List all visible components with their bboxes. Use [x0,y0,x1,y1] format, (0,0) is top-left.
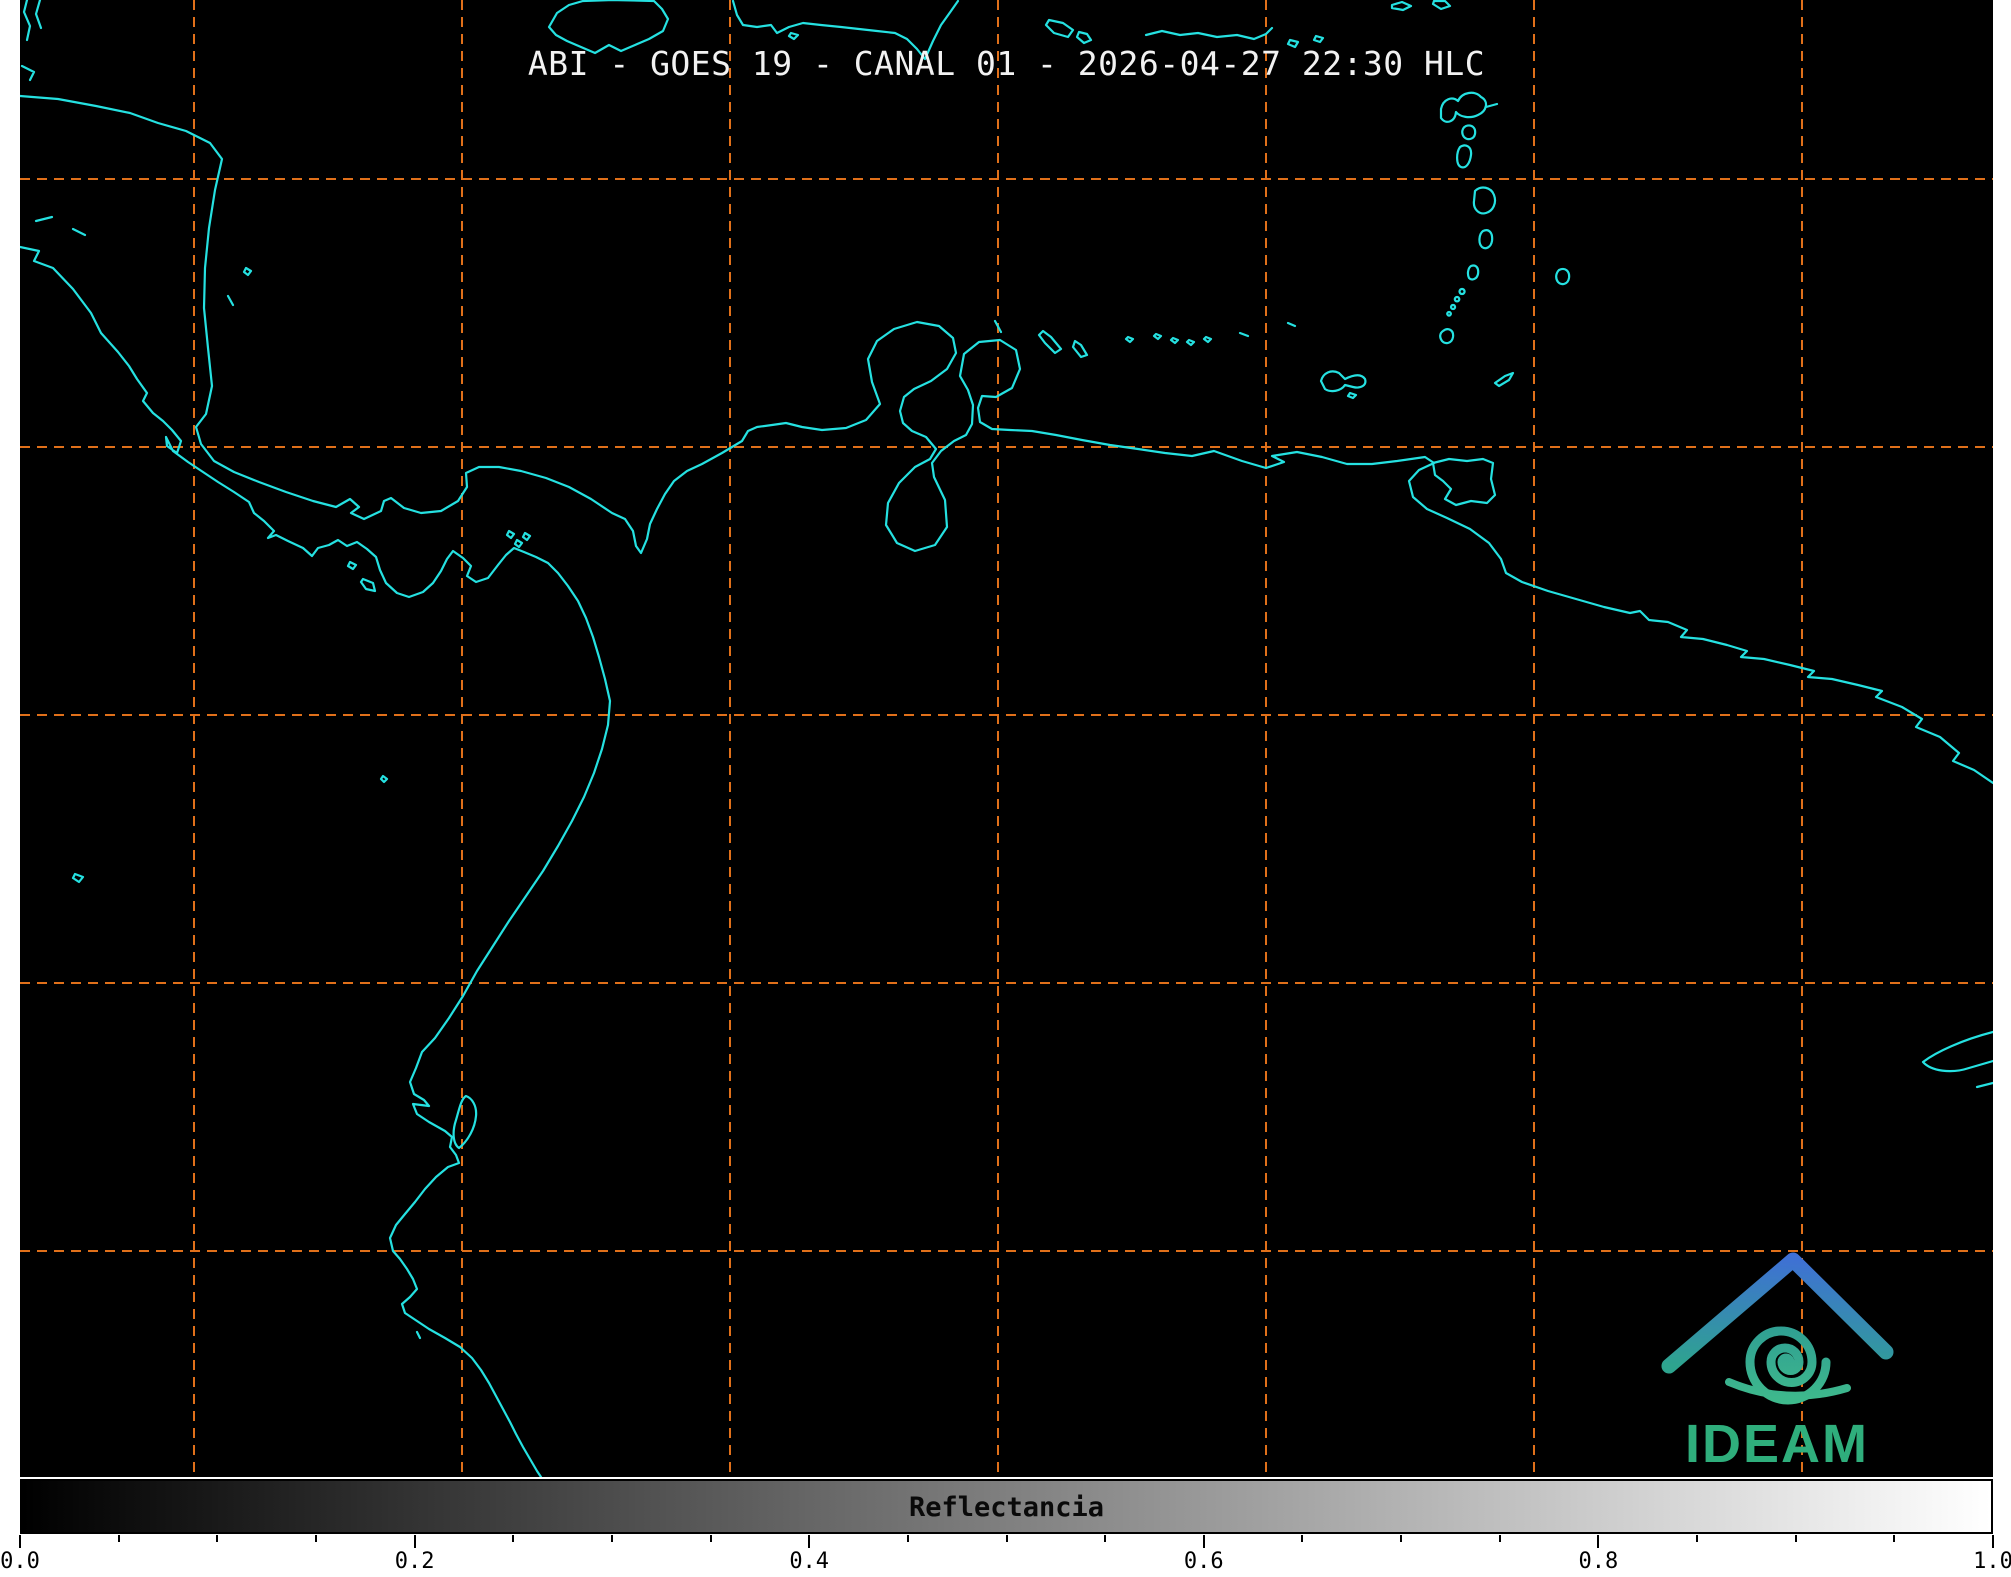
coastline-venezuela-islands [995,321,1365,398]
coastline-mainland-caribbean [20,96,1993,783]
colorbar-label: Reflectancia [22,1481,1991,1536]
logo-wordmark: IDEAM [1685,1414,1869,1474]
colorbar-major-tick [1992,1535,1994,1548]
colorbar-minor-tick [1006,1535,1008,1542]
colorbar-minor-tick [315,1535,317,1542]
colorbar-major-tick [414,1535,416,1548]
coastline-small-islands [36,217,530,1338]
coastline-pacific [20,247,610,1477]
colorbar-major-tick [1203,1535,1205,1548]
colorbar-minor-tick [118,1535,120,1542]
colorbar-minor-tick [611,1535,613,1542]
map-canvas: IDEAM [20,0,1993,1477]
grid-layer [20,0,1993,1477]
colorbar-minor-tick [1795,1535,1797,1542]
colorbar-minor-tick [907,1535,909,1542]
colorbar: Reflectancia [20,1479,1993,1534]
colorbar-tick-label: 0.0 [0,1549,40,1574]
colorbar-major-tick [19,1535,21,1548]
image-title: ABI - GOES 19 - CANAL 01 - 2026-04-27 22… [20,44,1993,83]
colorbar-minor-tick [1696,1535,1698,1542]
colorbar-major-tick [1597,1535,1599,1548]
colorbar-tick-label: 0.8 [1579,1549,1619,1574]
colorbar-minor-tick [216,1535,218,1542]
coastline-southeast [1923,1032,1993,1087]
ideam-logo: IDEAM [1669,1260,1886,1474]
colorbar-tick-label: 0.4 [789,1549,829,1574]
coastline-layer [20,0,1993,1477]
colorbar-minor-tick [1400,1535,1402,1542]
colorbar-major-tick [808,1535,810,1548]
satellite-image-figure: IDEAM ABI - GOES 19 - CANAL 01 - 2026-04… [0,0,2011,1577]
colorbar-minor-tick [1301,1535,1303,1542]
colorbar-minor-tick [1104,1535,1106,1542]
colorbar-ticks [20,1535,1993,1549]
colorbar-tick-label: 0.6 [1184,1549,1224,1574]
colorbar-tick-labels: 0.00.20.40.60.81.0 [20,1549,1993,1577]
colorbar-minor-tick [710,1535,712,1542]
colorbar-tick-label: 0.2 [395,1549,435,1574]
colorbar-minor-tick [512,1535,514,1542]
colorbar-tick-label: 1.0 [1973,1549,2011,1574]
colorbar-minor-tick [1893,1535,1895,1542]
colorbar-minor-tick [1499,1535,1501,1542]
